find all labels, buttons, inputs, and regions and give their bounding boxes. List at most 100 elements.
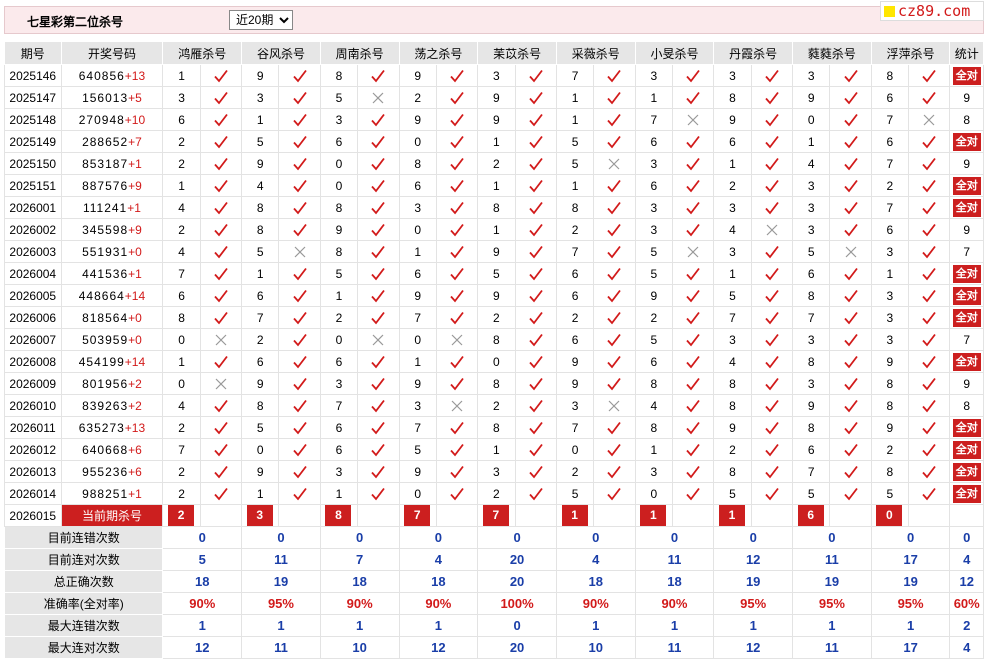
numbers-text: 801956: [82, 376, 129, 391]
result-mark: [199, 218, 243, 241]
numbers-text: 887576: [82, 178, 129, 193]
result-mark: [750, 196, 794, 219]
current-kill-cell: 8: [319, 504, 359, 527]
kill-digit: 2: [634, 306, 673, 329]
check-icon: [607, 465, 622, 479]
check-icon: [214, 443, 228, 457]
result-mark: [435, 196, 479, 219]
kill-digit: 6: [319, 130, 359, 153]
issue-cell: 2025147: [4, 86, 62, 109]
result-mark: [593, 372, 636, 395]
result-mark: [514, 152, 557, 175]
kill-digit: 8: [713, 460, 752, 483]
check-icon: [922, 267, 936, 281]
issue-cell: 2026003: [4, 240, 62, 263]
kill-digit: 6: [792, 262, 831, 285]
kill-digit: 2: [162, 218, 201, 241]
kill-digit: 7: [241, 306, 280, 329]
numbers-plus: +1: [128, 156, 142, 171]
result-mark: [593, 284, 636, 307]
check-icon: [450, 443, 464, 457]
check-icon: [450, 201, 464, 215]
check-icon: [922, 311, 936, 325]
check-icon: [292, 135, 307, 149]
stat-value: 1: [241, 614, 321, 637]
current-kill-digit: 3: [246, 505, 273, 526]
current-kill-digit: 2: [168, 505, 195, 526]
check-icon: [843, 135, 858, 149]
table-row: 2026007 503959+0 0 2 0 0 8 6 5 3 3 3 7: [4, 328, 984, 351]
current-kill-digit: 7: [404, 505, 431, 526]
check-icon: [371, 399, 386, 413]
kill-digit: 5: [319, 262, 359, 285]
result-mark: [514, 174, 557, 197]
result-mark: [593, 152, 636, 175]
numbers-plus: +1: [128, 486, 142, 501]
check-icon: [292, 465, 307, 479]
check-icon: [292, 333, 307, 347]
check-icon: [843, 113, 858, 127]
result-mark: [199, 372, 243, 395]
kill-digit: 9: [713, 416, 752, 439]
stat-value: 11: [634, 548, 715, 571]
result-mark: [278, 130, 321, 153]
result-mark: [593, 174, 636, 197]
kill-digit: 8: [870, 372, 910, 395]
site-logo[interactable]: cz89.com: [880, 1, 984, 21]
result-mark: [435, 306, 479, 329]
period-select[interactable]: 近20期: [229, 10, 293, 30]
stat-value: 10: [555, 636, 636, 659]
result-mark: [750, 328, 794, 351]
kill-digit: 9: [477, 108, 516, 131]
result-mark: [829, 394, 872, 417]
kill-digit: 1: [634, 86, 673, 109]
kill-digit: 2: [477, 394, 516, 417]
numbers-text: 839263: [82, 398, 129, 413]
check-icon: [529, 399, 543, 413]
kill-digit: 3: [634, 196, 673, 219]
result-mark: [199, 482, 243, 505]
stat-count: 8: [963, 112, 971, 127]
numbers-plus: +1: [127, 200, 141, 215]
kill-digit: 8: [477, 196, 516, 219]
check-icon: [922, 223, 936, 237]
check-icon: [371, 267, 386, 281]
check-icon: [607, 377, 622, 391]
stat-value: 0: [634, 526, 715, 549]
result-mark: [199, 64, 243, 87]
check-icon: [214, 355, 228, 369]
kill-digit: 6: [870, 86, 910, 109]
table-row: 2026013 955236+6 2 9 3 9 3 2 3 8 7 8 全对: [4, 460, 984, 483]
result-mark: [908, 306, 951, 329]
kill-digit: 3: [319, 460, 359, 483]
kill-digit: 7: [713, 306, 752, 329]
check-icon: [529, 443, 543, 457]
result-mark: [750, 416, 794, 439]
issue-cell: 2026006: [4, 306, 62, 329]
result-mark: [435, 240, 479, 263]
result-mark: [671, 174, 715, 197]
check-icon: [607, 201, 622, 215]
kill-digit: 8: [792, 350, 831, 373]
result-mark: [829, 350, 872, 373]
stat-cell: 全对: [949, 306, 984, 329]
check-icon: [292, 223, 307, 237]
issue-cell: 2026004: [4, 262, 62, 285]
current-kill-cell: 2: [162, 504, 201, 527]
stat-value: 100%: [477, 592, 557, 615]
kill-digit: 6: [713, 130, 752, 153]
check-icon: [450, 91, 464, 105]
stat-label: 最大连对次数: [3, 636, 164, 659]
check-icon: [371, 135, 386, 149]
stat-value: 12: [713, 636, 794, 659]
kill-digit: 6: [319, 350, 359, 373]
stat-value: 95%: [870, 592, 951, 615]
kill-digit: 0: [319, 152, 359, 175]
kill-digit: 3: [870, 240, 910, 263]
current-kill-cell: 7: [398, 504, 437, 527]
issue-cell: 2026001: [4, 196, 62, 219]
result-mark: [593, 64, 636, 87]
result-mark: [278, 196, 321, 219]
result-mark: [278, 174, 321, 197]
stat-cell: 全对: [949, 64, 984, 87]
